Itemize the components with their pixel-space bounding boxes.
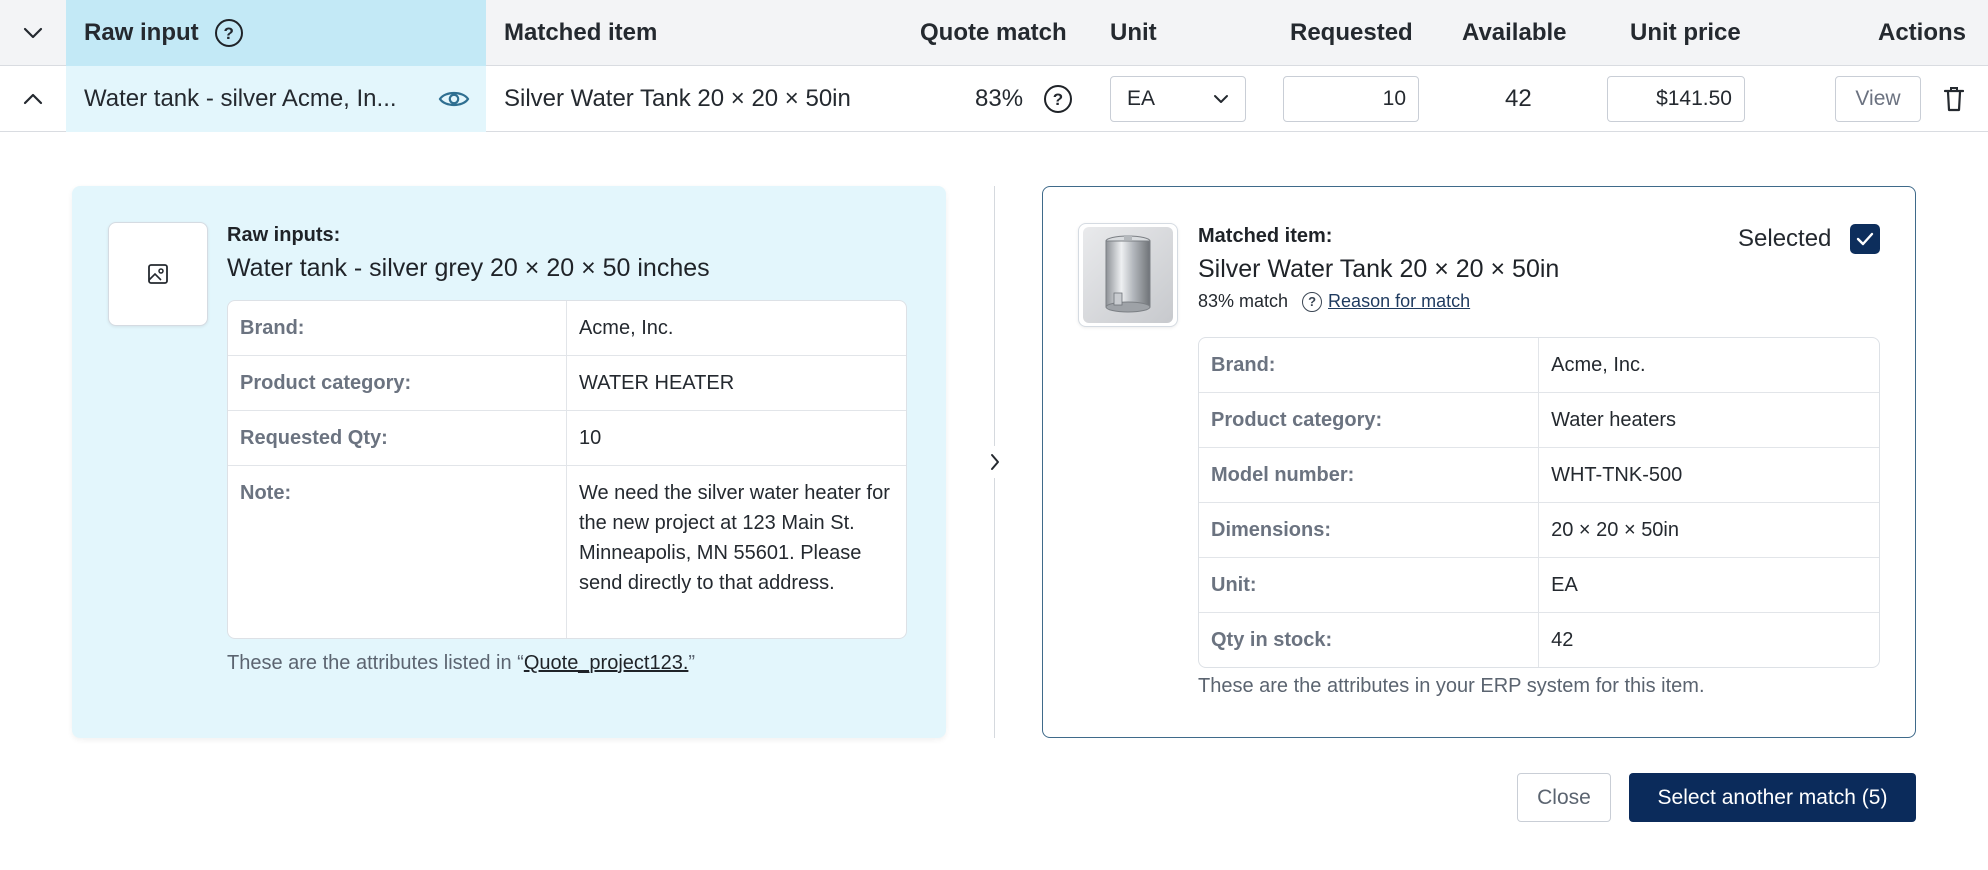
raw-inputs-panel: Raw inputs: Water tank - silver grey 20 …: [72, 186, 946, 738]
trash-icon: [1944, 87, 1964, 112]
attr-value: Water heaters: [1539, 393, 1879, 448]
quote-match-help[interactable]: ?: [1044, 66, 1072, 132]
raw-inputs-title: Water tank - silver grey 20 × 20 × 50 in…: [227, 254, 710, 282]
attr-value: WHT-TNK-500: [1539, 448, 1879, 503]
table-row: Model number: WHT-TNK-500: [1199, 448, 1879, 503]
attr-value: Acme, Inc.: [1539, 338, 1879, 393]
raw-attributes-footnote: These are the attributes listed in “Quot…: [227, 652, 695, 675]
matched-item-thumbnail: [1078, 223, 1178, 327]
table-row: Requested Qty: 10: [228, 411, 906, 466]
eye-icon[interactable]: [438, 88, 470, 110]
table-row: Product category: Water heaters: [1199, 393, 1879, 448]
unit-select-value: EA: [1127, 87, 1156, 110]
matched-attributes-footnote: These are the attributes in your ERP sys…: [1198, 675, 1705, 697]
table-row: Qty in stock: 42: [1199, 613, 1879, 667]
selected-checkbox[interactable]: [1850, 224, 1880, 254]
attr-value: Acme, Inc.: [566, 301, 906, 356]
row-raw-input: Water tank - silver Acme, In...: [66, 66, 486, 132]
attr-value: 42: [1551, 629, 1574, 651]
attr-key: Qty in stock:: [1199, 613, 1540, 667]
delete-button[interactable]: [1944, 66, 1964, 132]
close-button[interactable]: Close: [1517, 773, 1611, 822]
help-icon[interactable]: ?: [214, 19, 243, 47]
attr-key: Note:: [228, 466, 567, 638]
table-row: Dimensions: 20 × 20 × 50in: [1199, 503, 1879, 558]
attr-key: Unit:: [1199, 558, 1540, 613]
matched-item-panel: Matched item: Silver Water Tank 20 × 20 …: [1042, 186, 1916, 738]
matched-item-title: Silver Water Tank 20 × 20 × 50in: [1198, 255, 1560, 283]
attr-key: Product category:: [1199, 393, 1540, 448]
header-unit-price: Unit price: [1630, 19, 1741, 46]
row-expand-toggle[interactable]: [0, 66, 66, 132]
requested-qty-input[interactable]: 10: [1283, 76, 1419, 122]
footnote-suffix: ”: [688, 652, 696, 674]
collapse-all-toggle[interactable]: [0, 0, 66, 66]
table-row: Note: We need the silver water heater fo…: [228, 466, 906, 638]
help-icon[interactable]: ?: [1044, 85, 1072, 113]
row-raw-input-text: Water tank - silver Acme, In...: [84, 85, 397, 112]
table-row: Product category: WATER HEATER: [228, 356, 906, 411]
table-row: Water tank - silver Acme, In... Silver W…: [0, 66, 1988, 132]
chevron-down-icon: [1214, 95, 1228, 103]
attr-value: 10: [566, 411, 906, 466]
footnote-prefix: These are the attributes listed in “: [227, 652, 524, 674]
header-unit: Unit: [1110, 19, 1157, 46]
attr-key: Product category:: [228, 356, 567, 411]
attr-value: WATER HEATER: [566, 356, 906, 411]
header-available: Available: [1462, 19, 1567, 46]
raw-input-thumbnail: [108, 222, 208, 326]
attr-key: Brand:: [228, 301, 567, 356]
header-matched-item: Matched item: [504, 19, 658, 46]
table-row: Brand: Acme, Inc.: [1199, 338, 1879, 393]
water-tank-image: [1083, 227, 1173, 323]
image-placeholder-icon: [148, 264, 168, 284]
row-available: 42: [1505, 85, 1532, 112]
check-icon: [1856, 232, 1874, 246]
chevron-down-icon: [23, 27, 43, 39]
row-matched-item: Silver Water Tank 20 × 20 × 50in: [504, 85, 851, 112]
selected-label: Selected: [1738, 225, 1832, 252]
table-row: Brand: Acme, Inc.: [228, 301, 906, 356]
attr-value: 20 × 20 × 50in: [1539, 503, 1879, 558]
matched-attributes-table: Brand: Acme, Inc. Product category: Wate…: [1198, 337, 1880, 668]
select-another-match-button[interactable]: Select another match (5): [1629, 773, 1916, 822]
raw-attributes-table: Brand: Acme, Inc. Product category: WATE…: [227, 300, 907, 639]
header-quote-match: Quote match: [920, 19, 1067, 46]
attr-key: Requested Qty:: [228, 411, 567, 466]
matched-item-label: Matched item:: [1198, 225, 1333, 247]
chevron-up-icon: [23, 93, 43, 105]
view-button[interactable]: View: [1835, 76, 1921, 122]
reason-for-match-link[interactable]: Reason for match: [1328, 291, 1470, 312]
chevron-right-icon: [984, 446, 1006, 478]
table-header: Raw input ? Matched item Quote match Uni…: [0, 0, 1988, 66]
header-raw-input-label: Raw input: [84, 19, 199, 46]
unit-price-input[interactable]: $141.50: [1607, 76, 1745, 122]
match-info: 83% match ? Reason for match: [1198, 291, 1470, 312]
attr-value: We need the silver water heater for the …: [578, 482, 890, 594]
help-icon: ?: [1302, 291, 1323, 312]
row-quote-match: 83%: [975, 85, 1024, 112]
header-raw-input: Raw input ?: [66, 0, 486, 66]
quote-file-link[interactable]: Quote_project123.: [524, 652, 689, 674]
attr-key: Dimensions:: [1199, 503, 1540, 558]
raw-inputs-label: Raw inputs:: [227, 224, 341, 246]
header-requested: Requested: [1290, 19, 1413, 46]
header-actions: Actions: [1878, 19, 1967, 46]
attr-key: Brand:: [1199, 338, 1540, 393]
table-row: Unit: EA: [1199, 558, 1879, 613]
match-percent: 83% match: [1198, 291, 1289, 311]
unit-select[interactable]: EA: [1110, 76, 1246, 122]
attr-key: Model number:: [1199, 448, 1540, 503]
attr-value: EA: [1539, 558, 1879, 613]
